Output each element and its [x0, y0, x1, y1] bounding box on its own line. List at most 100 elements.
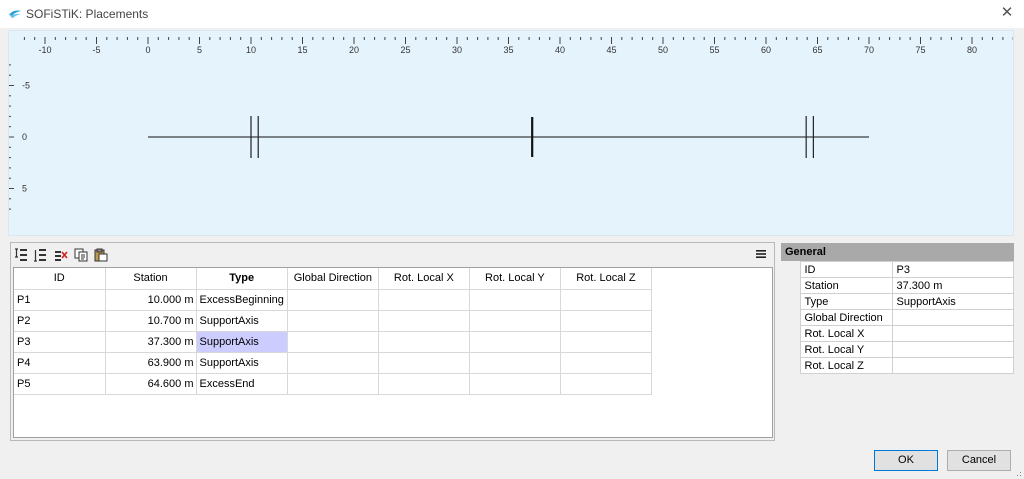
ruler-tick-label: 5	[22, 184, 27, 194]
cell-station[interactable]: 63.900 m	[105, 352, 197, 374]
ruler-tick-label: 65	[812, 45, 822, 55]
property-key: Global Direction	[799, 309, 893, 326]
cell-rot-local-z[interactable]	[560, 352, 652, 374]
property-row[interactable]: Rot. Local X	[781, 325, 1014, 342]
cell-global-direction[interactable]	[287, 373, 379, 395]
ruler-tick-label: 0	[145, 45, 150, 55]
ruler-tick-label: -5	[22, 81, 30, 91]
cell-id[interactable]: P2	[14, 310, 106, 332]
column-header-type[interactable]: Type	[196, 268, 288, 290]
placements-grid[interactable]: ID Station Type Global Direction Rot. Lo…	[13, 267, 773, 438]
property-value[interactable]	[891, 309, 1014, 326]
ruler-tick-label: 15	[297, 45, 307, 55]
property-panel: General ID P3 Station 37.300 m Type Support…	[781, 243, 1014, 378]
cell-id[interactable]: P4	[14, 352, 106, 374]
cell-rot-local-x[interactable]	[378, 331, 470, 353]
cell-global-direction[interactable]	[287, 289, 379, 311]
table-row[interactable]: P4 63.900 m SupportAxis	[14, 352, 652, 374]
property-row[interactable]: Type SupportAxis	[781, 293, 1014, 310]
cell-rot-local-y[interactable]	[469, 289, 561, 311]
delete-row-icon[interactable]	[53, 247, 69, 263]
table-row[interactable]: P1 10.000 m ExcessBeginning	[14, 289, 652, 311]
cell-rot-local-y[interactable]	[469, 352, 561, 374]
property-value[interactable]	[891, 325, 1014, 342]
copy-icon[interactable]	[73, 247, 89, 263]
ruler-tick-label: 35	[503, 45, 513, 55]
property-value[interactable]	[891, 357, 1014, 374]
insert-row-below-icon[interactable]	[32, 247, 48, 263]
cell-rot-local-x[interactable]	[378, 289, 470, 311]
cell-rot-local-x[interactable]	[378, 352, 470, 374]
ruler-tick-label: 45	[606, 45, 616, 55]
cell-rot-local-z[interactable]	[560, 373, 652, 395]
cell-type[interactable]: SupportAxis	[196, 352, 288, 374]
property-row[interactable]: Rot. Local Y	[781, 341, 1014, 358]
property-key: Rot. Local Y	[799, 341, 893, 358]
column-header-global-direction[interactable]: Global Direction	[287, 268, 379, 290]
cell-station[interactable]: 10.000 m	[105, 289, 197, 311]
cell-rot-local-z[interactable]	[560, 310, 652, 332]
cell-station[interactable]: 37.300 m	[105, 331, 197, 353]
cell-id[interactable]: P3	[14, 331, 106, 353]
property-row[interactable]: Station 37.300 m	[781, 277, 1014, 294]
insert-row-above-icon[interactable]	[13, 247, 29, 263]
placement-viewport[interactable]: -10 -5 0 5 10 15 20 25 30 35 40 45 50 55 60 65 70 75 80 -5 0…	[8, 30, 1014, 236]
property-value[interactable]: SupportAxis	[891, 293, 1014, 310]
cell-rot-local-z[interactable]	[560, 289, 652, 311]
cell-global-direction[interactable]	[287, 310, 379, 332]
cell-rot-local-y[interactable]	[469, 310, 561, 332]
cell-rot-local-y[interactable]	[469, 373, 561, 395]
ok-button[interactable]: OK	[874, 450, 938, 471]
cell-rot-local-x[interactable]	[378, 373, 470, 395]
cell-rot-local-x[interactable]	[378, 310, 470, 332]
paste-icon[interactable]	[93, 247, 109, 263]
cell-rot-local-z[interactable]	[560, 331, 652, 353]
placements-grid-panel: ID Station Type Global Direction Rot. Lo…	[10, 242, 775, 441]
cell-global-direction[interactable]	[287, 331, 379, 353]
property-row[interactable]: Global Direction	[781, 309, 1014, 326]
table-row[interactable]: P5 64.600 m ExcessEnd	[14, 373, 652, 395]
resize-grip-icon[interactable]	[1014, 469, 1022, 477]
cell-station[interactable]: 64.600 m	[105, 373, 197, 395]
ruler-tick-label: 70	[864, 45, 874, 55]
property-row[interactable]: Rot. Local Z	[781, 357, 1014, 374]
ruler-tick-label: 40	[555, 45, 565, 55]
title-bar: SOFiSTiK: Placements ✕	[0, 0, 1024, 28]
property-key: Station	[799, 277, 893, 294]
ruler-tick-label: -5	[92, 45, 100, 55]
property-key: Type	[799, 293, 893, 310]
cell-type[interactable]: ExcessBeginning	[196, 289, 288, 311]
property-group-header[interactable]: General	[781, 243, 1014, 261]
cell-type-selected[interactable]: SupportAxis	[196, 331, 288, 353]
cell-global-direction[interactable]	[287, 352, 379, 374]
cancel-button[interactable]: Cancel	[947, 450, 1011, 471]
property-value[interactable]: P3	[891, 261, 1014, 278]
hamburger-menu-icon[interactable]	[754, 247, 768, 261]
cell-id[interactable]: P5	[14, 373, 106, 395]
cell-rot-local-y[interactable]	[469, 331, 561, 353]
cell-station[interactable]: 10.700 m	[105, 310, 197, 332]
placements-table: ID Station Type Global Direction Rot. Lo…	[14, 268, 652, 395]
cell-type[interactable]: ExcessEnd	[196, 373, 288, 395]
table-row[interactable]: P2 10.700 m SupportAxis	[14, 310, 652, 332]
ruler-tick-label: 25	[400, 45, 410, 55]
property-row[interactable]: ID P3	[781, 261, 1014, 278]
property-value[interactable]	[891, 341, 1014, 358]
column-header-rot-local-z[interactable]: Rot. Local Z	[560, 268, 652, 290]
grid-toolbar	[11, 243, 774, 267]
column-header-id[interactable]: ID	[14, 268, 106, 290]
column-header-rot-local-x[interactable]: Rot. Local X	[378, 268, 470, 290]
sofistik-logo-icon	[9, 10, 21, 18]
close-button[interactable]: ✕	[990, 0, 1024, 28]
ruler-tick-label: 80	[967, 45, 977, 55]
window-title: SOFiSTiK: Placements	[26, 7, 149, 21]
column-header-rot-local-y[interactable]: Rot. Local Y	[469, 268, 561, 290]
cell-id[interactable]: P1	[14, 289, 106, 311]
cell-type[interactable]: SupportAxis	[196, 310, 288, 332]
table-row-selected[interactable]: P3 37.300 m SupportAxis	[14, 331, 652, 353]
ruler-tick-label: -10	[38, 45, 51, 55]
column-header-station[interactable]: Station	[105, 268, 197, 290]
property-value[interactable]: 37.300 m	[891, 277, 1014, 294]
ruler-tick-label: 5	[197, 45, 202, 55]
property-key: Rot. Local Z	[799, 357, 893, 374]
